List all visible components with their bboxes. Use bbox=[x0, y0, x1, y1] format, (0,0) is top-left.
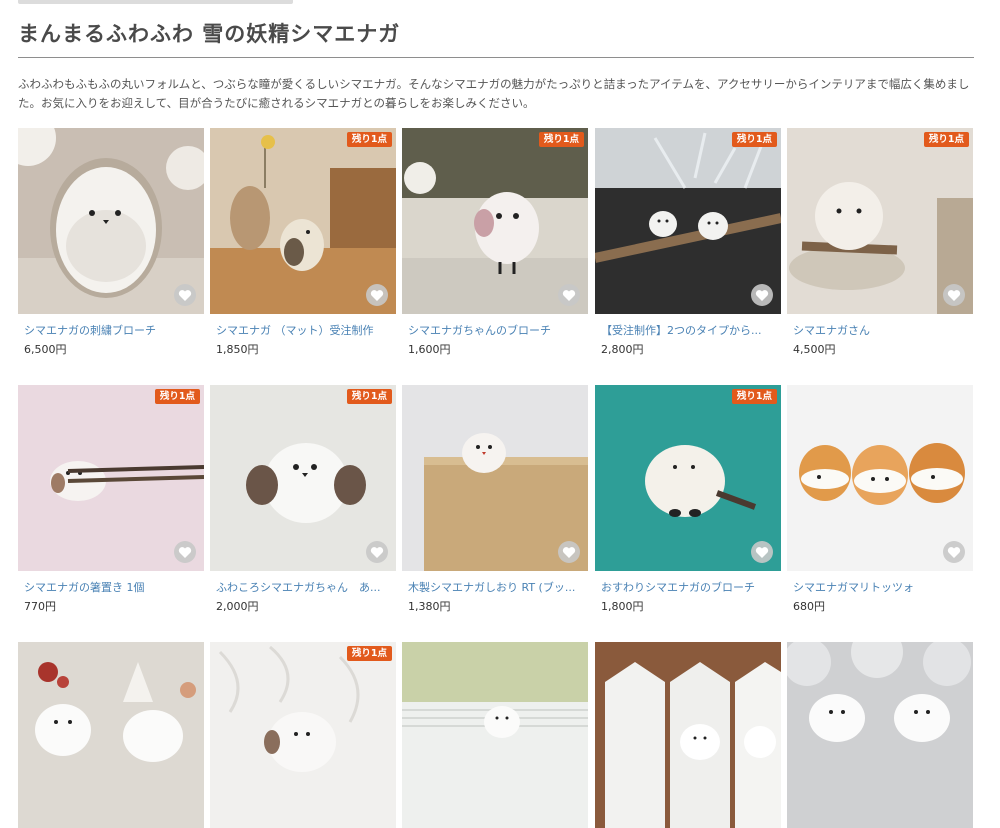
heart-icon bbox=[755, 546, 769, 558]
product-card[interactable] bbox=[595, 642, 781, 828]
product-name-link[interactable]: シマエナガ （マット）受注制作 bbox=[216, 322, 392, 338]
product-image[interactable]: 残り1点 bbox=[210, 385, 396, 571]
stock-badge: 残り1点 bbox=[346, 132, 392, 147]
heart-icon bbox=[370, 289, 384, 301]
heart-icon bbox=[755, 289, 769, 301]
product-name-link[interactable]: シマエナガさん bbox=[793, 322, 969, 338]
product-image[interactable]: 残り1点 bbox=[210, 128, 396, 314]
product-card[interactable]: 残り1点 シマエナガの箸置き 1個 770円 bbox=[18, 385, 204, 614]
product-image[interactable] bbox=[402, 385, 588, 571]
product-price: 1,380円 bbox=[408, 600, 451, 613]
paper-egg-birds-image bbox=[595, 642, 781, 828]
product-image[interactable] bbox=[402, 642, 588, 828]
product-price: 1,600円 bbox=[408, 343, 451, 356]
product-name-link[interactable]: シマエナガの箸置き 1個 bbox=[24, 579, 200, 595]
stock-badge: 残り1点 bbox=[154, 389, 200, 404]
stock-badge: 残り1点 bbox=[731, 132, 777, 147]
product-image[interactable]: 残り1点 bbox=[18, 385, 204, 571]
favorite-heart-button[interactable] bbox=[943, 541, 965, 563]
fluffy-felt-bird-image bbox=[210, 385, 396, 571]
maritozzo-bird-image bbox=[787, 385, 973, 571]
product-price: 680円 bbox=[793, 600, 825, 613]
embroidered-bird-brooch-image bbox=[18, 128, 204, 314]
stock-badge: 残り1点 bbox=[346, 389, 392, 404]
stock-badge: 残り1点 bbox=[538, 132, 584, 147]
product-image[interactable] bbox=[18, 128, 204, 314]
product-image[interactable] bbox=[18, 642, 204, 828]
product-image[interactable]: 残り1点 bbox=[787, 128, 973, 314]
fluffy-bird-on-nest-image bbox=[787, 128, 973, 314]
heart-icon bbox=[562, 289, 576, 301]
page: まんまるふわふわ 雪の妖精シマエナガ ふわふわもふもふの丸いフォルムと、つぶらな… bbox=[0, 0, 1000, 828]
heart-icon bbox=[178, 546, 192, 558]
product-card[interactable]: シマエナガマリトッツォ 680円 bbox=[787, 385, 973, 614]
wooden-bookmark-image bbox=[402, 385, 588, 571]
stock-badge: 残り1点 bbox=[346, 646, 392, 661]
product-name-link[interactable]: シマエナガの刺繍ブローチ bbox=[24, 322, 200, 338]
product-card[interactable]: 残り1点 bbox=[210, 642, 396, 828]
product-image[interactable] bbox=[595, 642, 781, 828]
glass-birds-image bbox=[18, 642, 204, 828]
product-card[interactable]: 残り1点 シマエナガちゃんのブローチ 1,600円 bbox=[402, 128, 588, 357]
favorite-heart-button[interactable] bbox=[751, 541, 773, 563]
product-name-link[interactable]: ふわころシマエナガちゃん あ... bbox=[216, 579, 392, 595]
sitting-bird-brooch-image bbox=[595, 385, 781, 571]
product-image[interactable]: 残り1点 bbox=[402, 128, 588, 314]
product-card[interactable]: 残り1点 おすわりシマエナガのブローチ 1,800円 bbox=[595, 385, 781, 614]
heart-icon bbox=[178, 289, 192, 301]
product-image[interactable]: 残り1点 bbox=[210, 642, 396, 828]
product-card[interactable]: 残り1点 シマエナガ （マット）受注制作 1,850円 bbox=[210, 128, 396, 357]
product-price: 2,800円 bbox=[601, 343, 644, 356]
favorite-heart-button[interactable] bbox=[751, 284, 773, 306]
title-divider bbox=[18, 57, 974, 58]
product-price: 770円 bbox=[24, 600, 56, 613]
product-name-link[interactable]: おすわりシマエナガのブローチ bbox=[601, 579, 777, 595]
page-description: ふわふわもふもふの丸いフォルムと、つぶらな瞳が愛くるしいシマエナガ。そんなシマエ… bbox=[18, 77, 970, 110]
product-card[interactable] bbox=[402, 642, 588, 828]
favorite-heart-button[interactable] bbox=[174, 284, 196, 306]
product-price: 2,000円 bbox=[216, 600, 259, 613]
stock-badge: 残り1点 bbox=[731, 389, 777, 404]
product-card[interactable]: シマエナガの刺繍ブローチ 6,500円 bbox=[18, 128, 204, 357]
heart-icon bbox=[947, 289, 961, 301]
bird-brooch-image bbox=[402, 128, 588, 314]
stock-badge: 残り1点 bbox=[923, 132, 969, 147]
product-card[interactable] bbox=[787, 642, 973, 828]
product-card[interactable]: 残り1点 ふわころシマエナガちゃん あ... 2,000円 bbox=[210, 385, 396, 614]
top-nav-sliver bbox=[18, 0, 293, 4]
bird-on-mask-image bbox=[402, 642, 588, 828]
product-name-link[interactable]: 木製シマエナガしおり RT (ブッ... bbox=[408, 579, 584, 595]
product-card[interactable]: 残り1点 【受注制作】2つのタイプから... 2,800円 bbox=[595, 128, 781, 357]
favorite-heart-button[interactable] bbox=[366, 284, 388, 306]
favorite-heart-button[interactable] bbox=[558, 541, 580, 563]
product-price: 1,800円 bbox=[601, 600, 644, 613]
heart-icon bbox=[370, 546, 384, 558]
heart-icon bbox=[947, 546, 961, 558]
product-name-link[interactable]: シマエナガマリトッツォ bbox=[793, 579, 969, 595]
product-price: 4,500円 bbox=[793, 343, 836, 356]
heart-icon bbox=[562, 546, 576, 558]
product-image[interactable] bbox=[787, 385, 973, 571]
two-birds-clouds-image bbox=[787, 642, 973, 828]
favorite-heart-button[interactable] bbox=[943, 284, 965, 306]
product-name-link[interactable]: シマエナガちゃんのブローチ bbox=[408, 322, 584, 338]
bird-on-lace-image bbox=[210, 642, 396, 828]
ceramic-bird-figurine-image bbox=[210, 128, 396, 314]
product-image[interactable]: 残り1点 bbox=[595, 385, 781, 571]
page-title: まんまるふわふわ 雪の妖精シマエナガ bbox=[18, 22, 401, 46]
product-name-link[interactable]: 【受注制作】2つのタイプから... bbox=[601, 322, 777, 338]
product-card[interactable]: 木製シマエナガしおり RT (ブッ... 1,380円 bbox=[402, 385, 588, 614]
birds-on-branch-image bbox=[595, 128, 781, 314]
product-image[interactable] bbox=[787, 642, 973, 828]
product-card[interactable]: 残り1点 シマエナガさん 4,500円 bbox=[787, 128, 973, 357]
product-card[interactable] bbox=[18, 642, 204, 828]
favorite-heart-button[interactable] bbox=[174, 541, 196, 563]
chopstick-rest-image bbox=[18, 385, 204, 571]
favorite-heart-button[interactable] bbox=[366, 541, 388, 563]
product-image[interactable]: 残り1点 bbox=[595, 128, 781, 314]
product-price: 1,850円 bbox=[216, 343, 259, 356]
favorite-heart-button[interactable] bbox=[558, 284, 580, 306]
product-price: 6,500円 bbox=[24, 343, 67, 356]
